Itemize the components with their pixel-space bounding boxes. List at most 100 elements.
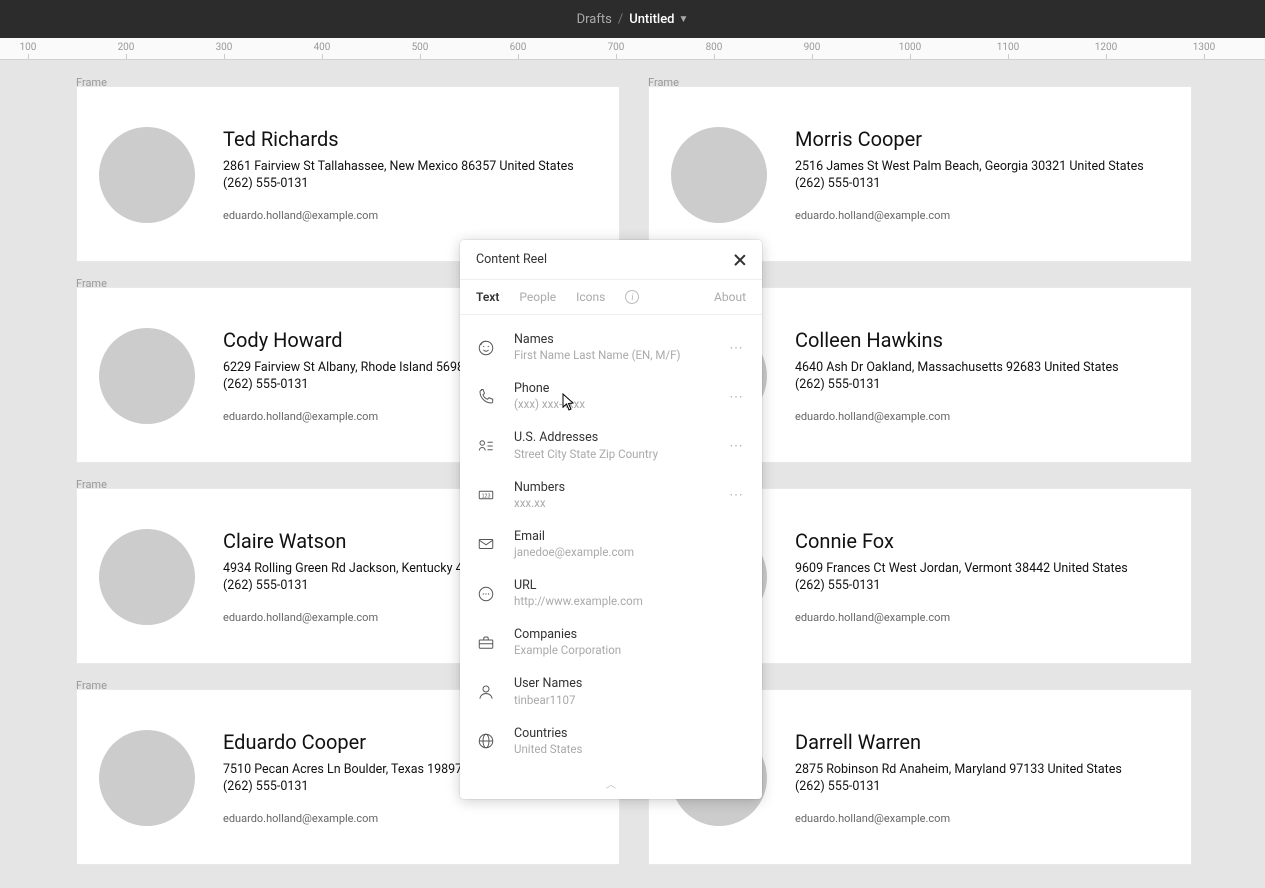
- more-icon[interactable]: ⋯: [727, 487, 746, 503]
- content-item-names[interactable]: NamesFirst Name Last Name (EN, M/F)⋯: [460, 323, 762, 372]
- panel-tabs: Text People Icons i About: [460, 280, 762, 315]
- ruler-horizontal: 1002003004005006007008009001000110012001…: [0, 38, 1265, 60]
- info-icon[interactable]: i: [625, 290, 639, 304]
- globe-icon: [476, 731, 496, 751]
- avatar[interactable]: [99, 529, 195, 625]
- content-item-sub: Example Corporation: [514, 643, 727, 658]
- content-item-title: Companies: [514, 627, 727, 643]
- content-item-companies[interactable]: CompaniesExample Corporation⋯: [460, 618, 762, 667]
- card-address[interactable]: 4640 Ash Dr Oakland, Massachusetts 92683…: [795, 360, 1119, 375]
- avatar[interactable]: [671, 127, 767, 223]
- card-email[interactable]: eduardo.holland@example.com: [223, 611, 378, 624]
- content-item-sub: United States: [514, 742, 727, 757]
- card-address[interactable]: 2861 Fairview St Tallahassee, New Mexico…: [223, 159, 574, 174]
- card-address[interactable]: 2516 James St West Palm Beach, Georgia 3…: [795, 159, 1144, 174]
- card-name[interactable]: Claire Watson: [223, 529, 346, 553]
- ruler-tick: 700: [608, 42, 625, 53]
- mail-icon: [476, 534, 496, 554]
- tab-text[interactable]: Text: [476, 290, 499, 304]
- card-phone[interactable]: (262) 555-0131: [795, 377, 880, 392]
- content-item-sub: (xxx) xxx-xxxx: [514, 397, 727, 412]
- card-phone[interactable]: (262) 555-0131: [223, 779, 308, 794]
- content-item-title: User Names: [514, 676, 727, 692]
- ruler-tick: 800: [706, 42, 723, 53]
- briefcase-icon: [476, 633, 496, 653]
- ruler-tick: 600: [510, 42, 527, 53]
- content-item-title: Names: [514, 332, 727, 348]
- avatar[interactable]: [99, 730, 195, 826]
- card[interactable]: Ted Richards 2861 Fairview St Tallahassee…: [76, 86, 620, 262]
- avatar[interactable]: [99, 127, 195, 223]
- ruler-tick: 500: [412, 42, 429, 53]
- tab-about[interactable]: About: [714, 290, 746, 304]
- card-email[interactable]: eduardo.holland@example.com: [223, 812, 378, 825]
- content-item-title: Email: [514, 529, 727, 545]
- card-email[interactable]: eduardo.holland@example.com: [795, 410, 950, 423]
- card-phone[interactable]: (262) 555-0131: [795, 176, 880, 191]
- card-phone[interactable]: (262) 555-0131: [223, 377, 308, 392]
- card-email[interactable]: eduardo.holland@example.com: [795, 611, 950, 624]
- user-icon: [476, 682, 496, 702]
- tab-people[interactable]: People: [519, 290, 556, 304]
- panel-header: Content Reel: [460, 240, 762, 280]
- card-email[interactable]: eduardo.holland@example.com: [223, 410, 378, 423]
- content-item-sub: First Name Last Name (EN, M/F): [514, 348, 727, 363]
- ruler-tick: 300: [216, 42, 233, 53]
- content-item-phone[interactable]: Phone(xxx) xxx-xxxx⋯: [460, 372, 762, 421]
- panel-title: Content Reel: [476, 252, 547, 267]
- more-icon[interactable]: ⋯: [727, 438, 746, 454]
- ruler-tick: 1000: [899, 42, 921, 53]
- more-icon[interactable]: ⋯: [727, 389, 746, 405]
- content-item-sub: janedoe@example.com: [514, 545, 727, 560]
- numbers-icon: 123: [476, 485, 496, 505]
- card-name[interactable]: Ted Richards: [223, 127, 339, 151]
- card-name[interactable]: Colleen Hawkins: [795, 328, 943, 352]
- card-email[interactable]: eduardo.holland@example.com: [223, 209, 378, 222]
- breadcrumb-root[interactable]: Drafts: [577, 12, 612, 27]
- panel-list: NamesFirst Name Last Name (EN, M/F)⋯Phon…: [460, 315, 762, 772]
- card-name[interactable]: Connie Fox: [795, 529, 894, 553]
- chevron-down-icon[interactable]: ▼: [679, 14, 689, 25]
- content-item-sub: xxx.xx: [514, 496, 727, 511]
- face-icon: [476, 338, 496, 358]
- card-address[interactable]: 2875 Robinson Rd Anaheim, Maryland 97133…: [795, 762, 1122, 777]
- ruler-tick: 200: [118, 42, 135, 53]
- card-email[interactable]: eduardo.holland@example.com: [795, 209, 950, 222]
- breadcrumb-sep: /: [618, 12, 623, 27]
- card-name[interactable]: Darrell Warren: [795, 730, 921, 754]
- ruler-tick: 100: [20, 42, 37, 53]
- content-item-countries[interactable]: CountriesUnited States⋯: [460, 717, 762, 766]
- content-item-email[interactable]: Emailjanedoe@example.com⋯: [460, 520, 762, 569]
- tab-icons[interactable]: Icons: [576, 290, 605, 304]
- card-phone[interactable]: (262) 555-0131: [795, 779, 880, 794]
- title-bar: Drafts / Untitled ▼: [0, 0, 1265, 38]
- panel-collapse-icon[interactable]: ︿: [460, 772, 762, 799]
- canvas[interactable]: Content Reel Text People Icons i About N…: [0, 60, 1265, 888]
- content-item-sub: tinbear1107: [514, 693, 727, 708]
- content-item-url[interactable]: URLhttp://www.example.com⋯: [460, 569, 762, 618]
- card-email[interactable]: eduardo.holland@example.com: [795, 812, 950, 825]
- ruler-tick: 1100: [997, 42, 1019, 53]
- idlist-icon: [476, 436, 496, 456]
- breadcrumb-title[interactable]: Untitled: [629, 12, 674, 27]
- card-phone[interactable]: (262) 555-0131: [223, 176, 308, 191]
- content-item-numbers[interactable]: 123 Numbersxxx.xx⋯: [460, 471, 762, 520]
- card-phone[interactable]: (262) 555-0131: [223, 578, 308, 593]
- avatar[interactable]: [99, 328, 195, 424]
- card-address[interactable]: 9609 Frances Ct West Jordan, Vermont 384…: [795, 561, 1128, 576]
- content-item-title: U.S. Addresses: [514, 430, 727, 446]
- ruler-tick: 400: [314, 42, 331, 53]
- card-name[interactable]: Eduardo Cooper: [223, 730, 366, 754]
- content-item-sub: http://www.example.com: [514, 594, 727, 609]
- content-item-u-s-addresses[interactable]: U.S. AddressesStreet City State Zip Coun…: [460, 421, 762, 470]
- content-item-title: Numbers: [514, 480, 727, 496]
- more-icon[interactable]: ⋯: [727, 340, 746, 356]
- card[interactable]: Morris Cooper 2516 James St West Palm Bea…: [648, 86, 1192, 262]
- ruler-tick: 1300: [1193, 42, 1215, 53]
- card-phone[interactable]: (262) 555-0131: [795, 578, 880, 593]
- card-name[interactable]: Morris Cooper: [795, 127, 922, 151]
- close-icon[interactable]: [734, 254, 746, 266]
- card-name[interactable]: Cody Howard: [223, 328, 343, 352]
- content-item-sub: Street City State Zip Country: [514, 447, 727, 462]
- content-item-user-names[interactable]: User Namestinbear1107⋯: [460, 667, 762, 716]
